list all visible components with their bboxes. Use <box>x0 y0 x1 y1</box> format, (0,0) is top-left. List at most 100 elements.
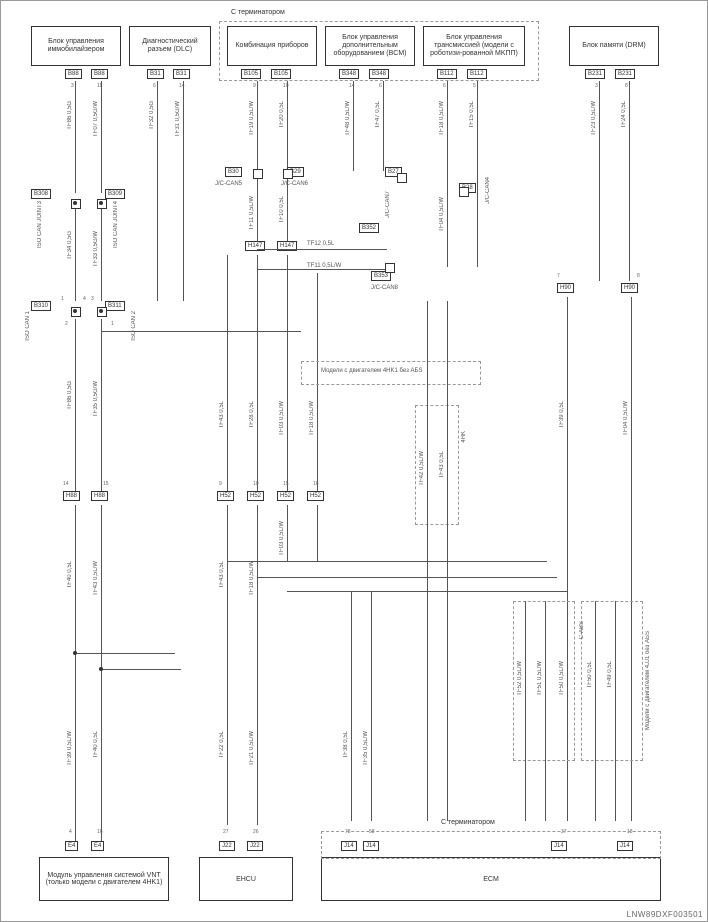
sig-tf15: TF15 0,5L <box>469 101 475 128</box>
module-cluster: Комбинация приборов <box>227 26 317 66</box>
wiring-diagram: С терминатором Блок управления иммобилай… <box>0 0 708 922</box>
conn-h90-1: H90 <box>557 283 574 293</box>
iso-can-j3: ISO CAN JOINT3 <box>37 201 43 248</box>
sig-tf86: TF86 0,5G <box>67 101 73 130</box>
sig-tf10: TF10 0,5L <box>279 196 285 223</box>
conn-b348-2: B348 <box>369 69 389 79</box>
sig-tf33: TF33 0,5G/W <box>93 231 99 267</box>
conn-b231-1: B231 <box>585 69 605 79</box>
module-immobilizer: Блок управления иммобилайзером <box>31 26 121 66</box>
conn-b348-1: B348 <box>339 69 359 79</box>
sig-tf48: TF48 0,5L/W <box>345 101 351 136</box>
sig-tf03a: TF03 0,5L/W <box>279 401 285 436</box>
conn-b112-2: B112 <box>467 69 487 79</box>
terminator-note-bottom: С терминатором <box>441 819 495 826</box>
module-ecm: ECM <box>321 857 661 901</box>
sig-tf86b: TF86 0,5G <box>67 381 73 410</box>
conn-h52-3: H52 <box>277 491 294 501</box>
module-bcm: Блок управления дополнительным оборудова… <box>325 26 415 66</box>
sig-tf18a: TF18 0,5L/W <box>439 101 445 136</box>
conn-b309: B309 <box>105 189 125 199</box>
sig-tf42: TF42 0,5L/W <box>419 451 425 486</box>
conn-b88-2: B88 <box>91 69 108 79</box>
conn-h90-2: H90 <box>621 283 638 293</box>
model-4hk1-abs-text: Модели с двигателем 4HK1 без АБS <box>321 368 422 374</box>
jc-can4: J/C-CAN4 <box>485 177 491 204</box>
sig-tf04b: TF04 0,5L/W <box>623 401 629 436</box>
conn-b308: B308 <box>31 189 51 199</box>
conn-h52-2: H52 <box>247 491 264 501</box>
sig-tf50b: TF50 0,5L/W <box>559 661 565 696</box>
sig-tf51: TF51 0,5L/W <box>537 661 543 696</box>
terminator-note-top: С терминатором <box>231 9 285 16</box>
sig-tf22: TF22 0,5L <box>219 731 225 758</box>
iso-can2: ISO CAN 2 <box>131 311 137 341</box>
sig-tf03b: TF03 0,5L/W <box>279 521 285 556</box>
sig-tf34: TF34 0,5G <box>67 231 73 260</box>
sig-tf52: TF52 0,5L/W <box>517 661 523 696</box>
sig-tf40b: TF40 0,5L <box>93 731 99 758</box>
model-4jj1-abs-text: Модели с двигателем 4JJ1 без АБS <box>645 631 651 730</box>
sig-tf11: TF11 0,5L/W <box>249 196 255 230</box>
sig-tf47: TF47 0,5L <box>375 101 381 128</box>
conn-h52-1: H52 <box>217 491 234 501</box>
conn-h88-1: H88 <box>63 491 80 501</box>
sig-tf50: TF50 0,5L <box>587 661 593 688</box>
sig-tf49: TF49 0,5L <box>607 661 613 688</box>
iso-can-j4: ISO CAN JOINT4 <box>113 201 119 248</box>
conn-b231-2: B231 <box>615 69 635 79</box>
sig-tf20: TF20 0,5L <box>279 101 285 128</box>
sig-tf35a: TF35 0,5G/W <box>93 381 99 417</box>
sig-tf23: TF23 0,5L/W <box>591 101 597 136</box>
conn-b105-2: B105 <box>271 69 291 79</box>
conn-e4-1: E4 <box>65 841 78 851</box>
module-tcm: Блок управления трансмиссией (модели с р… <box>423 26 525 66</box>
module-ehcu: EHCU <box>199 857 293 901</box>
sig-tf32: TF32 0,5G <box>149 101 155 130</box>
conn-b112-1: B112 <box>437 69 457 79</box>
conn-b352: B352 <box>359 223 379 233</box>
conn-h88-2: H88 <box>91 491 108 501</box>
bottom-terminator-group <box>321 831 661 859</box>
sig-tf24: TF24 0,5L <box>621 101 627 128</box>
sig-tf40: TF40 0,5L <box>67 561 73 588</box>
iso-can1: ISO CAN 1 <box>25 311 31 341</box>
conn-b105-1: B105 <box>241 69 261 79</box>
conn-b310: B310 <box>31 301 51 311</box>
watermark: LNW89DXF003501 <box>627 910 703 919</box>
sig-tf07: TF07 0,5G/W <box>93 101 99 137</box>
sig-tf28: TF28 0,5L <box>249 401 255 428</box>
sig-tf43c: TF43 0,5L <box>219 561 225 588</box>
c-abs-label: C-ABS <box>579 621 585 639</box>
module-drm: Блок памяти (DRM) <box>569 26 659 66</box>
module-vnt: Модуль управления системой VNT (только м… <box>39 857 169 901</box>
sig-tf21: TF21 0,5L/W <box>249 731 255 766</box>
model-4hk-short: 4HK <box>461 431 467 443</box>
sig-tf04a: TF04 0,5L/W <box>439 197 445 232</box>
conn-j22-2: J22 <box>247 841 263 851</box>
conn-b30: B30 <box>225 167 242 177</box>
sig-tf43b: TF43 0,5L/W <box>93 561 99 596</box>
conn-e4-2: E4 <box>91 841 104 851</box>
sig-tf18c: TF18 0,5L/W <box>249 561 255 596</box>
sig-tf19: TF19 0,5L/W <box>249 101 255 136</box>
sig-tf35b: TF35 0,5L/W <box>363 731 369 766</box>
jc-can6: J/C-CAN6 <box>281 181 308 187</box>
sig-tf12: TF12 0,5L <box>307 241 334 247</box>
sig-tf43a: TF43 0,5L <box>219 401 225 428</box>
conn-b31-2: B31 <box>173 69 190 79</box>
jc-can7: J/C-CAN7 <box>385 191 391 218</box>
sig-tf39b: TF39 0,5L/W <box>67 731 73 766</box>
conn-b311: B311 <box>105 301 125 311</box>
sig-tf39: TF39 0,5L <box>559 401 565 428</box>
conn-b88-1: B88 <box>65 69 82 79</box>
sig-tf31: TF31 0,5G/W <box>175 101 181 137</box>
conn-h52-4: H52 <box>307 491 324 501</box>
sig-tf43d: TF43 0,5L <box>439 451 445 478</box>
sig-tf18b: TF18 0,5L/W <box>309 401 315 436</box>
conn-j22-1: J22 <box>219 841 235 851</box>
jc-can5: J/C-CAN5 <box>215 181 242 187</box>
module-dlc: Диагностический разъем (DLC) <box>129 26 211 66</box>
conn-b31-1: B31 <box>147 69 164 79</box>
jc-can8: J/C-CAN8 <box>371 285 398 291</box>
